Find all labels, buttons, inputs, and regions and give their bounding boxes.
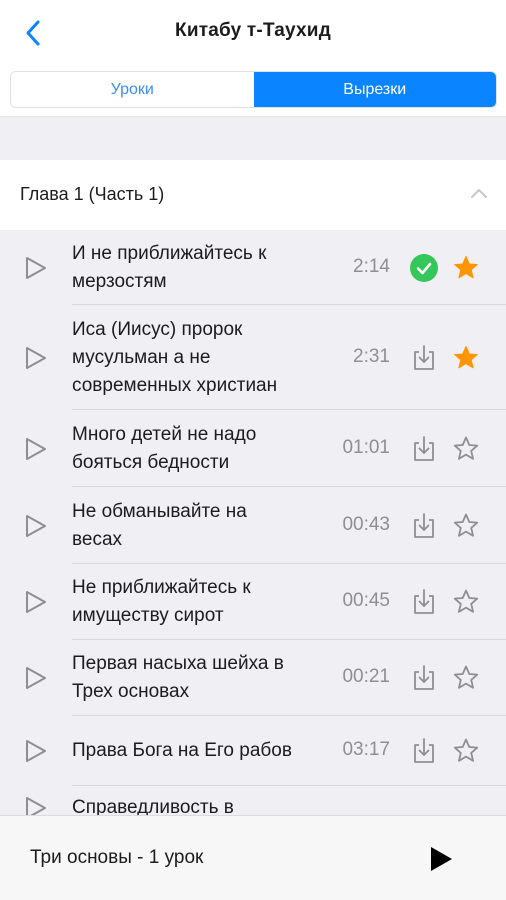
download-icon[interactable]	[410, 588, 438, 616]
star-outline-icon[interactable]	[452, 512, 480, 540]
clip-title-line: мерзостям	[72, 271, 167, 292]
play-icon[interactable]	[24, 255, 48, 281]
clip-row[interactable]: Права Бога на Его рабов 03:17	[0, 716, 506, 786]
download-icon[interactable]	[410, 344, 438, 372]
clip-title-line: Права Бога на Его рабов	[72, 740, 292, 761]
player-track-title: Три основы - 1 урок	[30, 847, 204, 868]
clip-row[interactable]: Иса (Иисус) пророк мусульман а не современ…	[0, 305, 506, 410]
downloaded-check-icon	[410, 254, 438, 282]
play-icon[interactable]	[24, 795, 48, 815]
clip-title-line: Не обманывайте на	[72, 501, 247, 522]
clip-row[interactable]: Много детей не надо бояться бедности 01:01	[0, 410, 506, 487]
clip-title-line: Первая насыха шейха в	[72, 653, 284, 674]
clip-row[interactable]: И не приближайтесь к мерзостям 2:14	[0, 230, 506, 305]
app-screen: Китабу т-Таухид Уроки Вырезки Глава 1 (Ч…	[0, 0, 506, 900]
download-icon[interactable]	[410, 664, 438, 692]
play-icon[interactable]	[24, 345, 48, 371]
chapter-title: Глава 1 (Часть 1)	[20, 184, 165, 204]
clip-title-line: мусульман а не	[72, 347, 211, 368]
star-outline-icon[interactable]	[452, 664, 480, 692]
clip-title: Много детей не надо бояться бедности	[72, 421, 334, 477]
play-icon[interactable]	[24, 513, 48, 539]
chapter-header[interactable]: Глава 1 (Часть 1)	[0, 160, 506, 230]
clip-title-line: весах	[72, 529, 123, 550]
segmented-control: Уроки Вырезки	[10, 71, 497, 108]
clip-row[interactable]: Не приближайтесь к имуществу сирот 00:45	[0, 564, 506, 640]
clip-title-line: бояться бедности	[72, 452, 230, 473]
mini-player[interactable]: Три основы - 1 урок	[0, 815, 506, 900]
clip-title: Первая насыха шейха в Трех основах	[72, 650, 334, 706]
segment-bar: Уроки Вырезки	[0, 64, 506, 116]
download-icon[interactable]	[410, 512, 438, 540]
clip-title: Права Бога на Его рабов	[72, 737, 334, 765]
clip-row[interactable]: Не обманывайте на весах 00:43	[0, 487, 506, 564]
chevron-up-icon	[471, 189, 487, 198]
clip-title: Справедливость в	[72, 794, 334, 815]
download-icon[interactable]	[410, 435, 438, 463]
clip-title-line: Много детей не надо	[72, 424, 257, 445]
play-icon[interactable]	[24, 589, 48, 615]
play-icon[interactable]	[24, 436, 48, 462]
clip-duration: 01:01	[342, 437, 390, 458]
star-outline-icon[interactable]	[452, 588, 480, 616]
navigation-bar: Китабу т-Таухид	[0, 0, 506, 64]
section-spacer	[0, 116, 506, 160]
tab-clips[interactable]: Вырезки	[253, 72, 496, 107]
clip-title: Не приближайтесь к имуществу сирот	[72, 574, 334, 630]
clip-duration: 00:43	[342, 514, 390, 535]
clip-title-line: Трех основах	[72, 681, 190, 702]
download-icon[interactable]	[410, 737, 438, 765]
clip-row[interactable]: Справедливость в	[0, 786, 506, 815]
clip-duration: 2:31	[353, 346, 390, 367]
clip-title: И не приближайтесь к мерзостям	[72, 240, 334, 296]
clip-row[interactable]: Первая насыха шейха в Трех основах 00:21	[0, 640, 506, 716]
play-icon[interactable]	[24, 738, 48, 764]
clip-title-line: современных христиан	[72, 375, 278, 396]
clip-title: Иса (Иисус) пророк мусульман а не современ…	[72, 316, 334, 400]
clip-duration: 03:17	[342, 739, 390, 760]
tab-lessons[interactable]: Уроки	[11, 72, 254, 107]
player-play-button[interactable]	[428, 845, 454, 873]
clip-title-line: И не приближайтесь к	[72, 243, 267, 264]
clip-title-line: Не приближайтесь к	[72, 577, 251, 598]
star-outline-icon[interactable]	[452, 737, 480, 765]
clip-duration: 00:21	[342, 666, 390, 687]
clip-duration: 2:14	[353, 256, 390, 277]
star-filled-icon[interactable]	[452, 254, 480, 282]
clip-duration: 00:45	[342, 590, 390, 611]
clip-title-line: имуществу сирот	[72, 605, 224, 626]
play-icon[interactable]	[24, 665, 48, 691]
clip-title-line: Справедливость в	[72, 797, 234, 815]
clip-list: И не приближайтесь к мерзостям 2:14 Иса (Ии…	[0, 230, 506, 815]
clip-title-line: Иса (Иисус) пророк	[72, 319, 243, 340]
clip-title: Не обманывайте на весах	[72, 498, 334, 554]
star-outline-icon[interactable]	[452, 435, 480, 463]
page-title: Китабу т-Таухид	[175, 20, 331, 41]
star-filled-icon[interactable]	[452, 344, 480, 372]
